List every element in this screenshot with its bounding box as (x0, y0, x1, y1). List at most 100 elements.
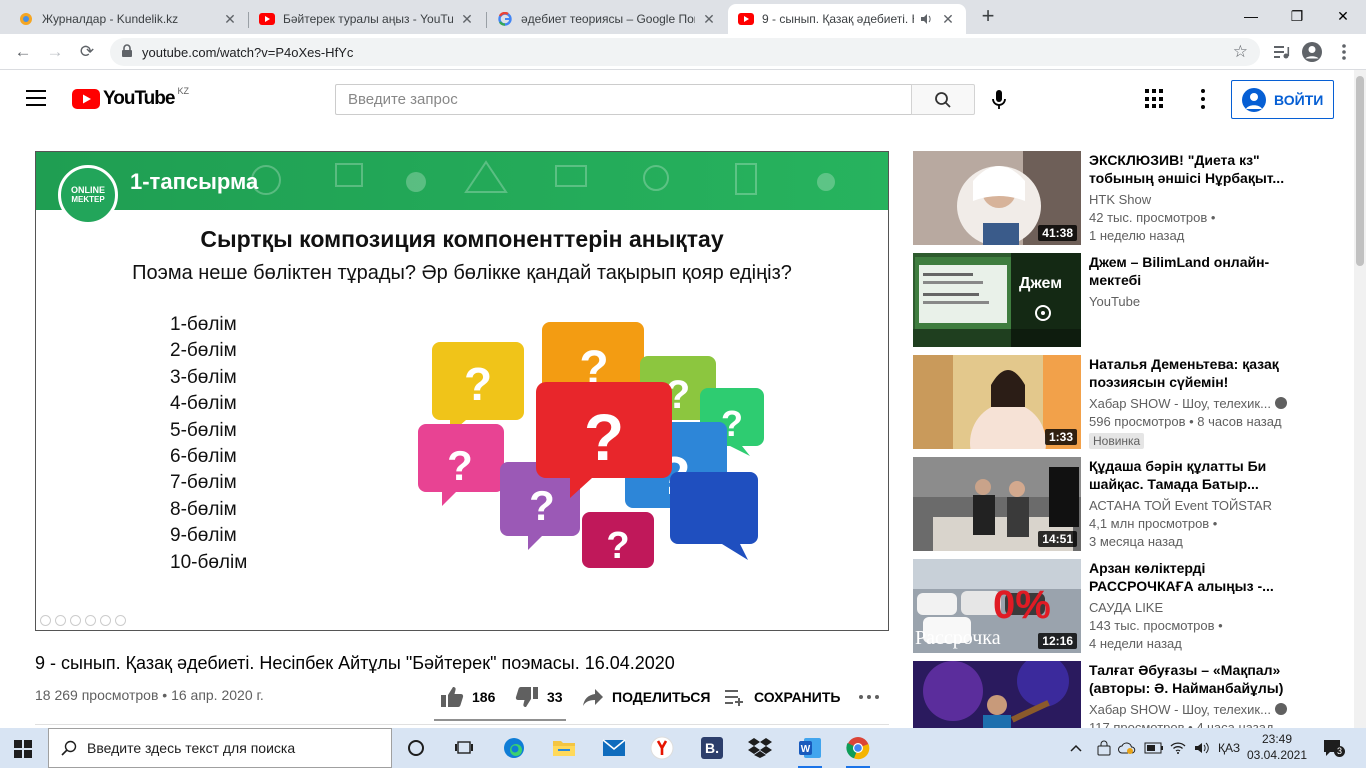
cloud-tray-icon[interactable] (1118, 728, 1136, 768)
search-button[interactable] (911, 84, 975, 115)
back-button[interactable]: ← (10, 39, 36, 65)
mail-icon[interactable] (598, 732, 630, 764)
video-thumbnail[interactable]: 0% Рассрочка 12:16 (913, 559, 1081, 653)
address-bar[interactable]: youtube.com/watch?v=P4oXes-HfYc ☆ (110, 38, 1260, 66)
bookmark-star-icon[interactable]: ☆ (1233, 42, 1248, 62)
word-icon[interactable]: W (794, 732, 826, 768)
minimize-button[interactable]: — (1228, 0, 1274, 34)
close-tab-icon[interactable]: ✕ (940, 11, 956, 28)
menu-icon[interactable] (26, 90, 46, 106)
view-count: 117 просмотров • 4 часа назад (1089, 720, 1274, 728)
system-clock[interactable]: 23:49 03.04.2021 (1244, 731, 1310, 763)
more-horizontal-icon (859, 695, 879, 699)
profile-icon[interactable] (1300, 40, 1324, 64)
tab-kundelik[interactable]: Журналдар - Kundelik.kz ✕ (8, 4, 248, 34)
task-view-icon[interactable] (448, 732, 480, 764)
channel-name[interactable]: YouTube (1089, 293, 1289, 311)
browser-menu-icon[interactable] (1332, 40, 1356, 64)
video-thumbnail[interactable]: 1:33 (913, 355, 1081, 449)
tab-baiterek-legend[interactable]: Бәйтерек туралы аңыз - YouTube ✕ (249, 4, 485, 34)
forward-button[interactable]: → (42, 39, 68, 65)
video-thumbnail[interactable]: 14:51 (913, 457, 1081, 551)
video-thumbnail[interactable] (913, 661, 1081, 728)
video-thumbnail[interactable]: 41:38 (913, 151, 1081, 245)
edge-icon[interactable] (498, 732, 530, 764)
speaker-icon[interactable] (918, 11, 934, 27)
channel-name[interactable]: САУДА LIKE (1089, 599, 1289, 617)
recommendation-item[interactable]: 1:33 Наталья Деменьтева: қазақ поэзиясын… (913, 355, 1333, 449)
lock-icon[interactable] (120, 44, 134, 58)
security-tray-icon[interactable] (1096, 728, 1112, 768)
account-icon (1242, 87, 1266, 112)
scrollbar-thumb[interactable] (1356, 76, 1364, 266)
thumbs-up-icon (441, 687, 464, 707)
page-scrollbar[interactable] (1354, 70, 1366, 728)
settings-menu-icon[interactable] (1200, 89, 1206, 109)
channel-name[interactable]: АСТАНА ТОЙ Event ТОЙSTAR (1089, 497, 1289, 515)
video-info: ЭКСКЛЮЗИВ! "Диета кз" тобының әншісі Нұр… (1089, 151, 1289, 245)
video-title[interactable]: Құдаша бәрін құлатты Би шайқас. Тамада Б… (1089, 457, 1289, 493)
recommendation-item[interactable]: Джем Джем – BilimLand онлайн-мектебі You… (913, 253, 1333, 347)
close-tab-icon[interactable]: ✕ (222, 11, 238, 28)
tab-active-video[interactable]: 9 - сынып. Қазақ әдебиеті. Несіпбек ✕ (728, 4, 966, 34)
video-title[interactable]: ЭКСКЛЮЗИВ! "Диета кз" тобының әншісі Нұр… (1089, 151, 1289, 187)
battery-icon[interactable] (1144, 728, 1164, 768)
volume-icon[interactable] (1194, 728, 1210, 768)
yandex-browser-icon[interactable] (646, 732, 678, 764)
video-title[interactable]: Талғат Әбуғазы – «Мақпал» (авторы: Ә. На… (1089, 661, 1289, 697)
like-button[interactable]: 186 (440, 684, 495, 710)
part-item: 10-бөлім (170, 551, 248, 573)
svg-text:?: ? (447, 442, 473, 489)
show-hidden-icons[interactable] (1070, 728, 1082, 768)
video-title[interactable]: Джем – BilimLand онлайн-мектебі (1089, 253, 1289, 289)
close-window-button[interactable]: ✕ (1320, 0, 1366, 34)
video-player[interactable]: ONLINE MEKTEP 1-тапсырма Сыртқы композиц… (35, 151, 889, 631)
logo-line-online: ONLINE (70, 185, 105, 195)
share-button[interactable]: ПОДЕЛИТЬСЯ (582, 684, 710, 710)
dropbox-icon[interactable] (744, 732, 776, 764)
chrome-icon[interactable] (842, 732, 874, 768)
taskbar-search-box[interactable]: Введите здесь текст для поиска (48, 728, 392, 768)
notifications-button[interactable]: 3 (1322, 728, 1345, 768)
slide-task-label: 1-тапсырма (130, 169, 259, 194)
windows-start-icon[interactable] (14, 740, 32, 758)
video-thumbnail[interactable]: Джем (913, 253, 1081, 347)
recommendation-item[interactable]: Талғат Әбуғазы – «Мақпал» (авторы: Ә. На… (913, 661, 1333, 728)
save-button[interactable]: СОХРАНИТЬ (724, 684, 840, 710)
country-code: KZ (177, 86, 189, 96)
reload-button[interactable]: ⟳ (74, 39, 100, 65)
voice-search-button[interactable] (985, 86, 1013, 114)
input-language[interactable]: ҚАЗ (1218, 728, 1240, 768)
new-tab-button[interactable]: + (976, 5, 1000, 29)
channel-name[interactable]: Хабар SHOW - Шоу, телехик... (1089, 396, 1271, 411)
channel-name[interactable]: HTK Show (1089, 191, 1289, 209)
signin-button[interactable]: ВОЙТИ (1231, 80, 1334, 119)
b-app-icon[interactable]: B. (696, 732, 728, 764)
signin-label: ВОЙТИ (1274, 91, 1324, 108)
thumbnail-overlay-text: Джем (1019, 275, 1063, 292)
notification-count: 3 (1334, 746, 1345, 757)
video-title[interactable]: Арзан көліктерді РАССРОЧКАҒА алыңыз -... (1089, 559, 1289, 595)
tab-google-search[interactable]: әдебиет теориясы – Google Поиск ✕ (487, 4, 727, 34)
channel-name[interactable]: Хабар SHOW - Шоу, телехик... (1089, 702, 1271, 717)
video-title[interactable]: Наталья Деменьтева: қазақ поэзиясын сүйе… (1089, 355, 1289, 391)
media-control-icon[interactable] (1270, 40, 1294, 64)
share-label: ПОДЕЛИТЬСЯ (612, 689, 711, 705)
wifi-icon[interactable] (1170, 728, 1186, 768)
restore-button[interactable]: ❐ (1274, 0, 1320, 34)
youtube-logo[interactable]: YouTube KZ (72, 86, 189, 110)
search-field[interactable] (335, 84, 911, 115)
slide-control-icons (40, 615, 126, 626)
recommendation-item[interactable]: 14:51 Құдаша бәрін құлатты Би шайқас. Та… (913, 457, 1333, 551)
close-tab-icon[interactable]: ✕ (459, 11, 475, 28)
recommendation-item[interactable]: 41:38 ЭКСКЛЮЗИВ! "Диета кз" тобының әнші… (913, 151, 1333, 245)
file-explorer-icon[interactable] (548, 732, 580, 764)
search-input[interactable] (336, 85, 911, 114)
search-icon (935, 91, 951, 108)
more-actions-button[interactable] (858, 684, 888, 710)
dislike-button[interactable]: 33 (515, 684, 563, 710)
apps-grid-icon[interactable] (1145, 89, 1165, 109)
cortana-icon[interactable] (400, 732, 432, 764)
close-tab-icon[interactable]: ✕ (701, 11, 717, 28)
recommendation-item[interactable]: 0% Рассрочка 12:16 Арзан көліктерді РАСС… (913, 559, 1333, 653)
